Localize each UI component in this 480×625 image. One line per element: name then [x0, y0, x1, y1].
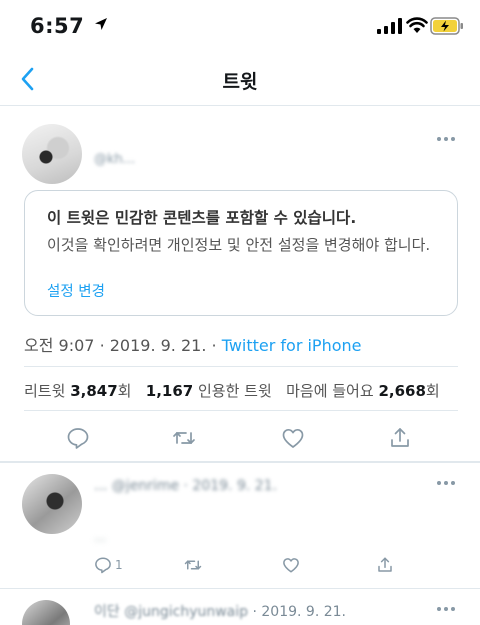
divider — [24, 366, 458, 367]
retweets-label: 리트윗 — [24, 382, 66, 400]
retweets-count: 3,847 — [70, 382, 118, 400]
more-options-icon[interactable] — [436, 136, 456, 142]
share-icon[interactable] — [388, 426, 412, 450]
quotes-stat[interactable]: 1,167 인용한 트윗 — [146, 382, 272, 400]
change-settings-link[interactable]: 설정 변경 — [47, 280, 105, 301]
battery-charging-icon — [430, 17, 463, 35]
tweet-source-link[interactable]: Twitter for iPhone — [222, 336, 362, 355]
sensitive-content-notice: 이 트윗은 민감한 콘텐츠를 포함할 수 있습니다. 이것을 확인하려면 개인정… — [24, 190, 458, 316]
status-bar: 6:57 — [0, 0, 480, 52]
tweet-stats: 리트윗 3,847회 1,167 인용한 트윗 마음에 들어요 2,668회 — [24, 380, 440, 401]
meta-separator: · — [211, 336, 222, 355]
tweet-date: 2019. 9. 21. — [109, 336, 207, 355]
wifi-icon — [406, 17, 428, 33]
page-title: 트윗 — [222, 71, 258, 93]
avatar[interactable] — [22, 600, 70, 625]
avatar[interactable] — [22, 124, 82, 184]
sensitive-notice-body: 이것을 확인하려면 개인정보 및 안전 설정을 변경해야 합니다. — [47, 236, 431, 254]
like-heart-icon[interactable] — [281, 426, 305, 450]
sensitive-notice-title: 이 트윗은 민감한 콘텐츠를 포함할 수 있습니다. — [47, 209, 357, 227]
retweet-icon[interactable] — [184, 556, 202, 574]
retweets-unit: 회 — [117, 382, 132, 400]
likes-count: 2,668 — [378, 382, 426, 400]
avatar[interactable] — [22, 474, 82, 534]
nav-bar: 트윗 — [0, 52, 480, 106]
tweet-meta: 오전 9:07 · 2019. 9. 21. · Twitter for iPh… — [24, 332, 362, 356]
reply-date: · 2019. 9. 21. — [252, 604, 346, 620]
retweet-icon[interactable] — [172, 426, 196, 450]
cellular-signal-icon — [377, 18, 402, 34]
reply-icon[interactable] — [66, 426, 90, 450]
reply-count: 1 — [115, 558, 123, 572]
location-arrow-icon — [95, 18, 107, 30]
quotes-count: 1,167 — [145, 382, 194, 400]
more-options-icon[interactable] — [436, 606, 456, 612]
divider — [24, 410, 458, 411]
like-heart-icon[interactable] — [282, 556, 300, 574]
likes-label: 마음에 들어요 — [286, 382, 374, 400]
status-time: 6:57 — [30, 14, 85, 38]
reply-text: ... — [94, 530, 107, 545]
reply-header[interactable]: ... @jenrime · 2019. 9. 21. — [94, 478, 277, 494]
reply-icon[interactable] — [94, 556, 112, 574]
quotes-label: 인용한 트윗 — [198, 382, 272, 400]
reply-author: 이단 @jungichyunwaip — [94, 604, 249, 620]
meta-separator: · — [99, 336, 110, 355]
section-divider — [0, 461, 480, 463]
likes-unit: 회 — [425, 382, 440, 400]
likes-stat[interactable]: 마음에 들어요 2,668회 — [286, 382, 440, 400]
tweet-time: 오전 9:07 — [24, 336, 95, 355]
share-icon[interactable] — [376, 556, 394, 574]
divider — [0, 588, 480, 589]
tweet-author-handle[interactable]: @kh... — [94, 152, 135, 167]
more-options-icon[interactable] — [436, 480, 456, 486]
reply-header[interactable]: 이단 @jungichyunwaip · 2019. 9. 21. — [94, 601, 346, 621]
retweets-stat[interactable]: 리트윗 3,847회 — [24, 382, 131, 400]
